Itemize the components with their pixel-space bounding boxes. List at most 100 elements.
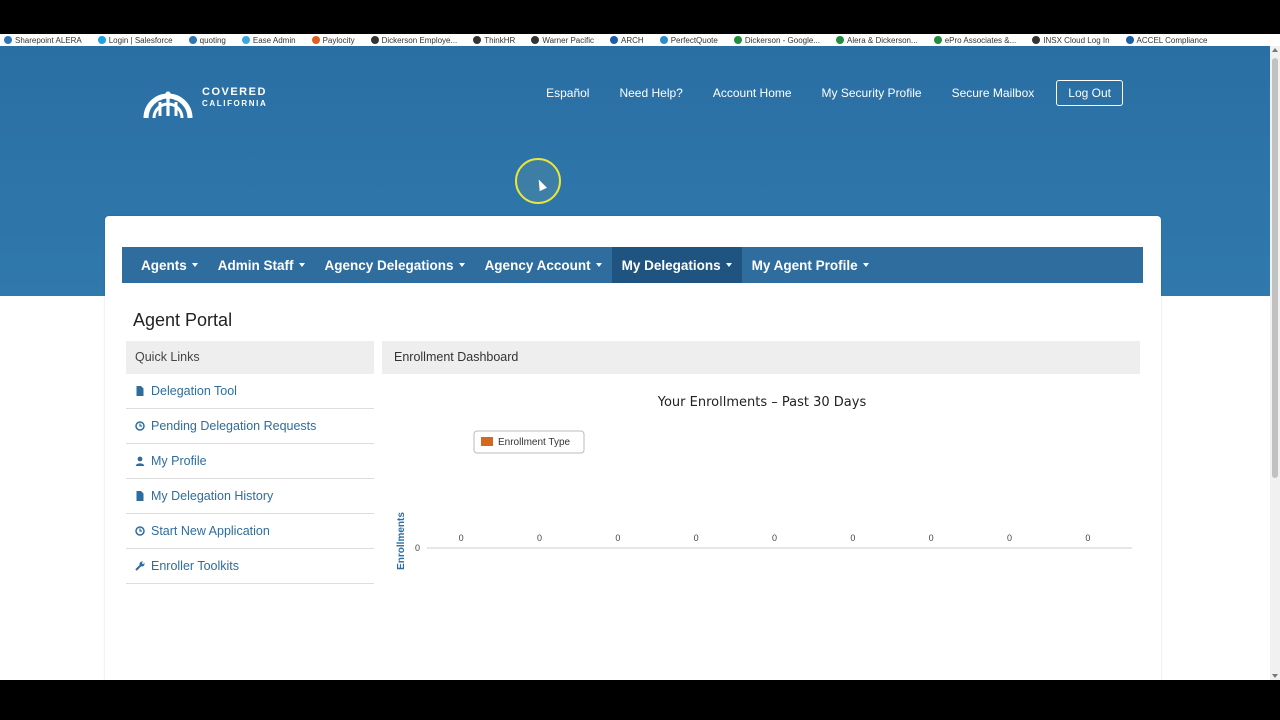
bookmark-item[interactable]: ThinkHR: [469, 34, 515, 46]
clock-icon: [135, 421, 145, 431]
bookmark-icon: [531, 36, 540, 44]
bookmark-item[interactable]: ACCEL Compliance: [1122, 34, 1208, 46]
quick-links-title: Quick Links: [126, 341, 374, 374]
nav-label: My Delegations: [621, 257, 721, 273]
bookmark-label: ThinkHR: [484, 36, 516, 45]
quick-link-label: Enroller Toolkits: [151, 559, 240, 573]
portal-card: Agents Admin Staff Agency Delegations Ag…: [105, 216, 1161, 680]
bookmark-label: Dickerson Employe...: [381, 36, 458, 45]
bookmark-label: Sharepoint ALERA: [15, 36, 82, 45]
logo-line1: COVERED: [202, 85, 267, 98]
data-label: 0: [615, 533, 620, 543]
bookmark-icon: [188, 36, 197, 44]
bookmark-icon: [370, 36, 379, 44]
bookmark-label: Login | Salesforce: [108, 36, 173, 45]
nav-agency-account[interactable]: Agency Account: [475, 247, 612, 283]
bookmark-label: ACCEL Compliance: [1136, 36, 1208, 45]
bookmark-icon: [1125, 36, 1134, 44]
logout-button[interactable]: Log Out: [1056, 80, 1123, 106]
bookmark-item[interactable]: ePro Associates &...: [930, 34, 1016, 46]
caret-down-icon: [725, 263, 732, 267]
page-viewport: COVERED CALIFORNIA Español Need Help? Ac…: [0, 46, 1270, 680]
espanol-link[interactable]: Español: [546, 86, 589, 100]
nav-my-delegations[interactable]: My Delegations: [611, 247, 742, 283]
data-label: 0: [694, 533, 699, 543]
file-icon: [136, 386, 144, 396]
nav-agents[interactable]: Agents: [122, 247, 208, 283]
bookmark-item[interactable]: Warner Pacific: [527, 34, 594, 46]
caret-down-icon: [191, 263, 198, 267]
bookmark-label: ARCH: [621, 36, 644, 45]
bookmark-icon: [473, 36, 482, 44]
need-help-link[interactable]: Need Help?: [619, 86, 682, 100]
bookmark-item[interactable]: Dickerson - Google...: [730, 34, 820, 46]
logo-mark-icon: [143, 91, 193, 119]
chart-title: Your Enrollments – Past 30 Days: [657, 395, 867, 410]
bookmark-item[interactable]: Paylocity: [308, 34, 355, 46]
data-label: 0: [1007, 533, 1012, 543]
data-label: 0: [850, 533, 855, 543]
nav-label: Admin Staff: [217, 257, 294, 273]
main-navigation: Agents Admin Staff Agency Delegations Ag…: [122, 247, 1143, 283]
caret-down-icon: [862, 263, 869, 267]
bookmark-label: Warner Pacific: [542, 36, 595, 45]
quick-link-delegation-history[interactable]: My Delegation History: [126, 479, 374, 514]
enrollment-dashboard: Enrollment Dashboard Your Enrollments – …: [382, 341, 1140, 641]
bookmark-label: quoting: [199, 36, 226, 45]
scroll-thumb[interactable]: [1272, 58, 1278, 478]
bookmark-item[interactable]: Alera & Dickerson...: [832, 34, 918, 46]
nav-label: Agency Account: [484, 257, 591, 273]
bottom-black-bar: [0, 680, 1280, 720]
enrollment-chart: Your Enrollments – Past 30 Days Enrollmen…: [382, 381, 1140, 641]
logo-line2: CALIFORNIA: [202, 98, 268, 108]
quick-link-start-application[interactable]: Start New Application: [126, 514, 374, 549]
quick-link-label: Start New Application: [151, 524, 270, 538]
nav-my-agent-profile[interactable]: My Agent Profile: [742, 247, 879, 283]
quick-link-pending-requests[interactable]: Pending Delegation Requests: [126, 409, 374, 444]
bookmark-item[interactable]: ARCH: [606, 34, 644, 46]
data-label: 0: [537, 533, 542, 543]
dashboard-title: Enrollment Dashboard: [382, 341, 1140, 374]
y-axis-label: Enrollments: [396, 512, 407, 570]
bookmark-item[interactable]: quoting: [185, 34, 226, 46]
quick-link-label: Delegation Tool: [151, 384, 237, 398]
bookmark-icon: [241, 36, 250, 44]
user-icon: [135, 456, 145, 466]
vertical-scrollbar[interactable]: [1270, 46, 1280, 680]
quick-link-label: My Profile: [151, 454, 207, 468]
bookmark-icon: [97, 36, 106, 44]
covered-california-logo[interactable]: COVERED CALIFORNIA: [142, 74, 267, 120]
quick-link-my-profile[interactable]: My Profile: [126, 444, 374, 479]
chart-svg: Your Enrollments – Past 30 Days Enrollmen…: [396, 395, 1132, 570]
bookmark-icon: [835, 36, 844, 44]
bookmark-icon: [933, 36, 942, 44]
data-label: 0: [1085, 533, 1090, 543]
file-icon: [136, 491, 144, 501]
nav-label: Agents: [141, 257, 187, 273]
secure-mailbox-link[interactable]: Secure Mailbox: [952, 86, 1035, 100]
bookmark-icon: [1032, 36, 1041, 44]
bookmark-label: PerfectQuote: [670, 36, 718, 45]
quick-link-label: My Delegation History: [151, 489, 274, 503]
security-profile-link[interactable]: My Security Profile: [822, 86, 922, 100]
bookmark-item[interactable]: Sharepoint ALERA: [0, 34, 82, 46]
bookmark-item[interactable]: Ease Admin: [238, 34, 296, 46]
nav-agency-delegations[interactable]: Agency Delegations: [315, 247, 475, 283]
scroll-up-arrow-icon[interactable]: [1272, 48, 1278, 52]
bookmark-item[interactable]: INSX Cloud Log In: [1028, 34, 1110, 46]
scroll-down-arrow-icon[interactable]: [1272, 674, 1278, 678]
account-home-link[interactable]: Account Home: [713, 86, 792, 100]
bookmarks-bar: Sharepoint ALERA Login | Salesforce quotin…: [0, 34, 1280, 46]
caret-down-icon: [595, 263, 602, 267]
quick-link-label: Pending Delegation Requests: [151, 419, 317, 433]
quick-link-delegation-tool[interactable]: Delegation Tool: [126, 374, 374, 409]
bookmark-item[interactable]: Login | Salesforce: [94, 34, 173, 46]
bookmark-item[interactable]: PerfectQuote: [656, 34, 718, 46]
bookmark-icon: [659, 36, 668, 44]
bookmark-icon: [733, 36, 742, 44]
wrench-icon: [135, 561, 145, 571]
quick-link-enroller-toolkits[interactable]: Enroller Toolkits: [126, 549, 374, 584]
bookmark-item[interactable]: Dickerson Employe...: [367, 34, 458, 46]
bookmark-label: Alera & Dickerson...: [846, 36, 918, 45]
nav-admin-staff[interactable]: Admin Staff: [208, 247, 315, 283]
